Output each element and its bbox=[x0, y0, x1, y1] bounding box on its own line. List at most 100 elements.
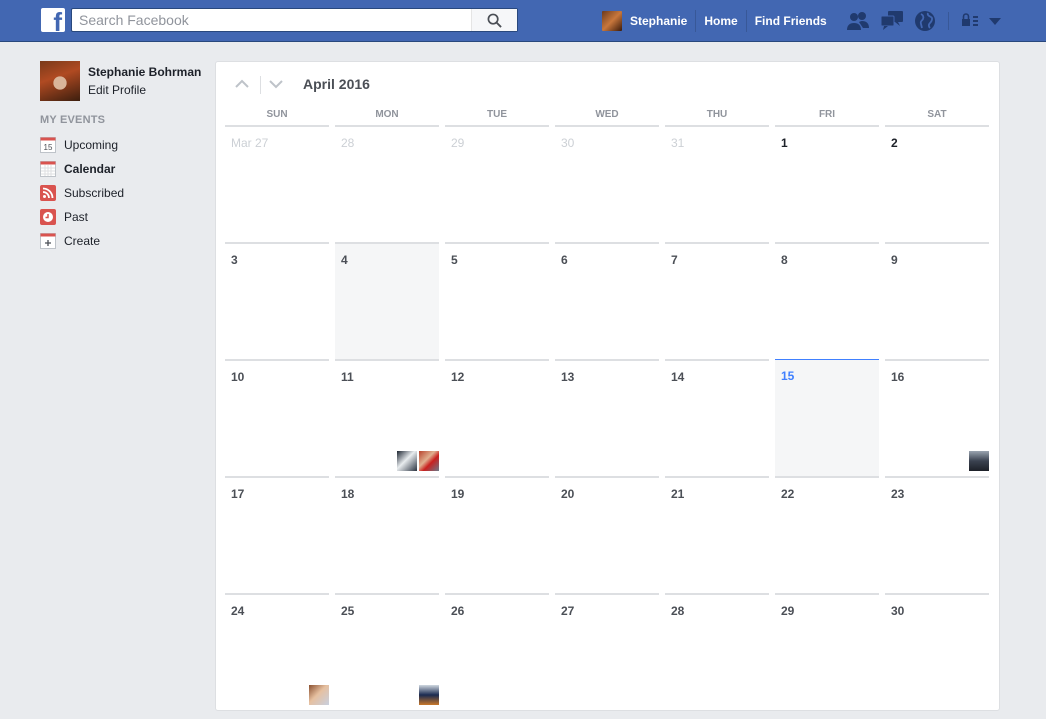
profile-link[interactable]: Stephanie bbox=[622, 10, 697, 32]
friend-requests-icon[interactable] bbox=[846, 10, 870, 32]
home-link[interactable]: Home bbox=[696, 10, 747, 32]
calendar-day[interactable]: 27 bbox=[555, 593, 659, 710]
day-number: 14 bbox=[671, 370, 685, 384]
weekday-label: TUE bbox=[487, 109, 507, 120]
day-number: 3 bbox=[231, 253, 238, 267]
weekday-label: FRI bbox=[818, 109, 836, 120]
calendar-day[interactable]: 29 bbox=[775, 593, 879, 710]
calendar-grid-icon bbox=[40, 161, 56, 177]
day-number: Mar 27 bbox=[231, 136, 269, 150]
day-number: 18 bbox=[341, 487, 355, 501]
calendar-day[interactable]: 30 bbox=[555, 125, 659, 242]
previous-month-button[interactable] bbox=[233, 76, 251, 92]
calendar-day[interactable]: 24 bbox=[225, 593, 329, 710]
day-number: 23 bbox=[891, 487, 905, 501]
day-number: 29 bbox=[781, 604, 795, 618]
calendar-day[interactable]: 7 bbox=[665, 242, 769, 359]
weekday-label: SUN bbox=[266, 109, 288, 120]
next-month-button[interactable] bbox=[267, 76, 285, 92]
event-thumbnail[interactable] bbox=[309, 685, 329, 705]
day-number: 17 bbox=[231, 487, 245, 501]
event-thumbnail[interactable] bbox=[419, 685, 439, 705]
sidebar-item-calendar[interactable]: Calendar bbox=[40, 160, 115, 178]
weekday-label: THU bbox=[706, 109, 728, 120]
calendar-day-today[interactable]: 15 bbox=[775, 359, 879, 476]
calendar-day[interactable]: 1 bbox=[775, 125, 879, 242]
calendar-day[interactable]: 4 bbox=[335, 242, 439, 359]
event-thumbnail[interactable] bbox=[397, 451, 417, 471]
calendar-day[interactable]: 29 bbox=[445, 125, 549, 242]
calendar-day[interactable]: 5 bbox=[445, 242, 549, 359]
day-number: 11 bbox=[341, 370, 354, 384]
weekday-label: MON bbox=[375, 109, 399, 120]
day-number: 15 bbox=[781, 369, 795, 383]
search-box bbox=[71, 8, 518, 32]
chevron-up-icon bbox=[235, 79, 249, 88]
calendar-day[interactable]: 8 bbox=[775, 242, 879, 359]
calendar-day[interactable]: 30 bbox=[885, 593, 989, 710]
sidebar-item-create[interactable]: Create bbox=[40, 232, 100, 250]
calendar-day[interactable]: 9 bbox=[885, 242, 989, 359]
calendar-day[interactable]: 14 bbox=[665, 359, 769, 476]
privacy-shortcuts-icon[interactable] bbox=[961, 10, 985, 32]
calendar-day[interactable]: 2 bbox=[885, 125, 989, 242]
sidebar-item-label: Calendar bbox=[64, 162, 116, 176]
calendar-day[interactable]: 28 bbox=[665, 593, 769, 710]
calendar-day[interactable]: 22 bbox=[775, 476, 879, 593]
calendar-day[interactable]: 6 bbox=[555, 242, 659, 359]
event-thumbnail[interactable] bbox=[969, 451, 989, 471]
account-menu-dropdown-icon[interactable] bbox=[987, 10, 1011, 32]
day-number: 26 bbox=[451, 604, 465, 618]
calendar-day[interactable]: 21 bbox=[665, 476, 769, 593]
calendar-day[interactable]: 17 bbox=[225, 476, 329, 593]
day-number: 22 bbox=[781, 487, 795, 501]
calendar-day[interactable]: 31 bbox=[665, 125, 769, 242]
calendar-day[interactable]: Mar 27 bbox=[225, 125, 329, 242]
day-number: 24 bbox=[231, 604, 245, 618]
calendar-day-icon: 15 bbox=[40, 137, 56, 153]
sidebar-item-upcoming[interactable]: 15 Upcoming bbox=[40, 136, 118, 154]
calendar-day[interactable]: 11 bbox=[335, 359, 439, 476]
find-friends-link[interactable]: Find Friends bbox=[747, 10, 835, 32]
day-number: 27 bbox=[561, 604, 575, 618]
calendar-day[interactable]: 23 bbox=[885, 476, 989, 593]
create-event-icon bbox=[40, 233, 56, 249]
day-number: 10 bbox=[231, 370, 245, 384]
calendar-day[interactable]: 16 bbox=[885, 359, 989, 476]
sidebar-item-label: Create bbox=[64, 234, 101, 248]
sidebar-item-label: Subscribed bbox=[64, 186, 125, 200]
calendar-day[interactable]: 26 bbox=[445, 593, 549, 710]
day-number: 5 bbox=[451, 253, 458, 267]
calendar-day[interactable]: 10 bbox=[225, 359, 329, 476]
event-thumbnail[interactable] bbox=[419, 451, 439, 471]
svg-text:15: 15 bbox=[44, 143, 53, 152]
search-input[interactable] bbox=[72, 9, 472, 31]
profile-picture[interactable] bbox=[40, 61, 80, 101]
day-number: 28 bbox=[671, 604, 685, 618]
messages-icon[interactable] bbox=[880, 10, 904, 32]
calendar-day[interactable]: 20 bbox=[555, 476, 659, 593]
profile-name[interactable]: Stephanie Bohrman bbox=[88, 65, 201, 79]
calendar-day[interactable]: 13 bbox=[555, 359, 659, 476]
day-number: 13 bbox=[561, 370, 575, 384]
facebook-logo[interactable]: f bbox=[41, 8, 65, 32]
sidebar-item-subscribed[interactable]: Subscribed bbox=[40, 184, 124, 202]
edit-profile-link[interactable]: Edit Profile bbox=[88, 83, 146, 97]
day-number: 21 bbox=[671, 487, 685, 501]
calendar-day[interactable]: 12 bbox=[445, 359, 549, 476]
facebook-logo-glyph: f bbox=[53, 8, 62, 32]
event-thumbnails bbox=[419, 685, 439, 705]
day-number: 31 bbox=[671, 136, 685, 150]
calendar-day[interactable]: 3 bbox=[225, 242, 329, 359]
calendar-day[interactable]: 28 bbox=[335, 125, 439, 242]
notifications-globe-icon[interactable] bbox=[914, 10, 938, 32]
calendar-day[interactable]: 18 bbox=[335, 476, 439, 593]
user-avatar[interactable] bbox=[602, 11, 622, 31]
sidebar-item-label: Upcoming bbox=[64, 138, 119, 152]
calendar-day[interactable]: 25 bbox=[335, 593, 439, 710]
calendar-day[interactable]: 19 bbox=[445, 476, 549, 593]
day-number: 25 bbox=[341, 604, 355, 618]
search-button[interactable] bbox=[471, 9, 517, 31]
day-number: 16 bbox=[891, 370, 905, 384]
sidebar-item-past[interactable]: Past bbox=[40, 208, 88, 226]
